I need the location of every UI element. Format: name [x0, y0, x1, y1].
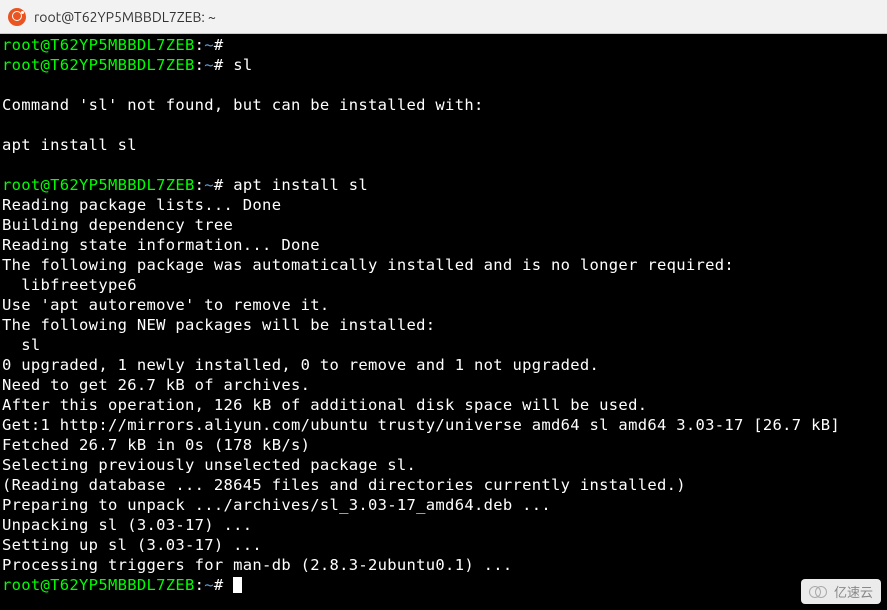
- terminal-line: Use 'apt autoremove' to remove it.: [2, 295, 885, 315]
- terminal-line: Processing triggers for man-db (2.8.3-2u…: [2, 555, 885, 575]
- terminal-viewport[interactable]: root@T62YP5MBBDL7ZEB:~# root@T62YP5MBBDL…: [0, 34, 887, 610]
- output-text: The following package was automatically …: [2, 256, 734, 274]
- output-text: sl: [2, 336, 41, 354]
- terminal-line: Unpacking sl (3.03-17) ...: [2, 515, 885, 535]
- output-text: Command 'sl' not found, but can be insta…: [2, 96, 484, 114]
- prompt-symbol: #: [214, 176, 233, 194]
- prompt-symbol: #: [214, 36, 233, 54]
- output-text: Reading package lists... Done: [2, 196, 281, 214]
- terminal-line: [2, 75, 885, 95]
- prompt-path: ~: [204, 576, 214, 594]
- prompt-user-host: root@T62YP5MBBDL7ZEB: [2, 576, 195, 594]
- output-text: Use 'apt autoremove' to remove it.: [2, 296, 329, 314]
- terminal-line: libfreetype6: [2, 275, 885, 295]
- output-text: After this operation, 126 kB of addition…: [2, 396, 647, 414]
- terminal-line: Reading package lists... Done: [2, 195, 885, 215]
- terminal-line: Get:1 http://mirrors.aliyun.com/ubuntu t…: [2, 415, 885, 435]
- prompt-colon: :: [195, 576, 205, 594]
- window-titlebar: root@T62YP5MBBDL7ZEB: ~: [0, 0, 887, 34]
- window-title: root@T62YP5MBBDL7ZEB: ~: [34, 9, 216, 25]
- terminal-line: Selecting previously unselected package …: [2, 455, 885, 475]
- output-text: 0 upgraded, 1 newly installed, 0 to remo…: [2, 356, 599, 374]
- terminal-line: sl: [2, 335, 885, 355]
- prompt-colon: :: [195, 56, 205, 74]
- terminal-line: root@T62YP5MBBDL7ZEB:~# apt install sl: [2, 175, 885, 195]
- output-text: Setting up sl (3.03-17) ...: [2, 536, 262, 554]
- terminal-line: After this operation, 126 kB of addition…: [2, 395, 885, 415]
- terminal-line: Need to get 26.7 kB of archives.: [2, 375, 885, 395]
- terminal-line: (Reading database ... 28645 files and di…: [2, 475, 885, 495]
- cloud-icon: [809, 585, 829, 598]
- terminal-line: root@T62YP5MBBDL7ZEB:~# sl: [2, 55, 885, 75]
- output-text: Preparing to unpack .../archives/sl_3.03…: [2, 496, 551, 514]
- prompt-user-host: root@T62YP5MBBDL7ZEB: [2, 176, 195, 194]
- output-text: (Reading database ... 28645 files and di…: [2, 476, 686, 494]
- prompt-symbol: #: [214, 576, 233, 594]
- terminal-line: apt install sl: [2, 135, 885, 155]
- output-text: Building dependency tree: [2, 216, 233, 234]
- prompt-colon: :: [195, 176, 205, 194]
- terminal-line: Setting up sl (3.03-17) ...: [2, 535, 885, 555]
- terminal-line: Reading state information... Done: [2, 235, 885, 255]
- terminal-line: Command 'sl' not found, but can be insta…: [2, 95, 885, 115]
- watermark-text: 亿速云: [834, 582, 873, 601]
- output-text: Processing triggers for man-db (2.8.3-2u…: [2, 556, 512, 574]
- output-text: Unpacking sl (3.03-17) ...: [2, 516, 252, 534]
- terminal-line: Preparing to unpack .../archives/sl_3.03…: [2, 495, 885, 515]
- watermark: 亿速云: [801, 579, 881, 604]
- output-text: libfreetype6: [2, 276, 137, 294]
- cursor: [233, 577, 242, 593]
- terminal-line: The following NEW packages will be insta…: [2, 315, 885, 335]
- command-text: apt install sl: [233, 176, 368, 194]
- output-text: Need to get 26.7 kB of archives.: [2, 376, 310, 394]
- terminal-line: [2, 155, 885, 175]
- prompt-path: ~: [204, 56, 214, 74]
- output-text: Reading state information... Done: [2, 236, 320, 254]
- prompt-colon: :: [195, 36, 205, 54]
- prompt-user-host: root@T62YP5MBBDL7ZEB: [2, 56, 195, 74]
- output-text: The following NEW packages will be insta…: [2, 316, 435, 334]
- output-text: Get:1 http://mirrors.aliyun.com/ubuntu t…: [2, 416, 840, 434]
- output-text: apt install sl: [2, 136, 137, 154]
- terminal-line: root@T62YP5MBBDL7ZEB:~#: [2, 575, 885, 595]
- terminal-line: Fetched 26.7 kB in 0s (178 kB/s): [2, 435, 885, 455]
- terminal-line: [2, 115, 885, 135]
- ubuntu-icon: [8, 8, 26, 26]
- prompt-path: ~: [204, 176, 214, 194]
- terminal-line: The following package was automatically …: [2, 255, 885, 275]
- terminal-line: Building dependency tree: [2, 215, 885, 235]
- prompt-path: ~: [204, 36, 214, 54]
- terminal-line: 0 upgraded, 1 newly installed, 0 to remo…: [2, 355, 885, 375]
- prompt-symbol: #: [214, 56, 233, 74]
- command-text: sl: [233, 56, 252, 74]
- output-text: Fetched 26.7 kB in 0s (178 kB/s): [2, 436, 310, 454]
- prompt-user-host: root@T62YP5MBBDL7ZEB: [2, 36, 195, 54]
- output-text: Selecting previously unselected package …: [2, 456, 416, 474]
- terminal-line: root@T62YP5MBBDL7ZEB:~#: [2, 35, 885, 55]
